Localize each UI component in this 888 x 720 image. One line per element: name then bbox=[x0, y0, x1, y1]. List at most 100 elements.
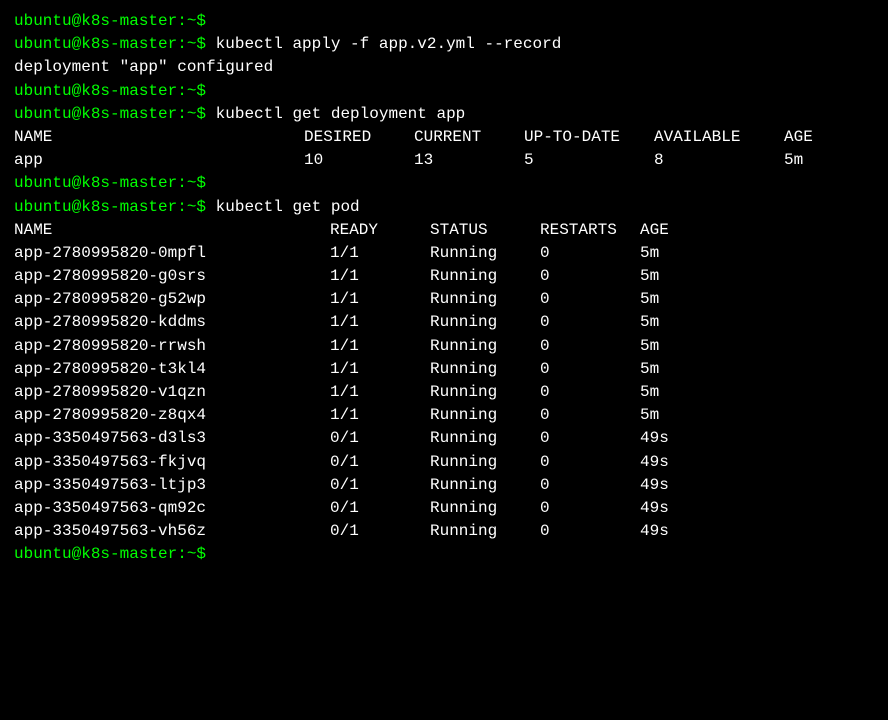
pod-col-name: NAME bbox=[14, 219, 330, 242]
pod-cell-restarts: 0 bbox=[540, 451, 640, 474]
pod-cell-status: Running bbox=[430, 451, 540, 474]
pod-cell-restarts: 0 bbox=[540, 404, 640, 427]
pod-cell-ready: 1/1 bbox=[330, 381, 430, 404]
cell-current: 13 bbox=[414, 149, 524, 172]
pod-cell-name: app-2780995820-g0srs bbox=[14, 265, 330, 288]
pod-cell-age: 5m bbox=[640, 404, 659, 427]
pod-data-row: app-3350497563-vh56z0/1Running049s bbox=[14, 520, 874, 543]
prompt-text: ubuntu@k8s-master:~$ bbox=[14, 545, 206, 563]
pod-cell-ready: 0/1 bbox=[330, 474, 430, 497]
pod-cell-status: Running bbox=[430, 474, 540, 497]
pod-data-row: app-3350497563-d3ls30/1Running049s bbox=[14, 427, 874, 450]
pod-cell-status: Running bbox=[430, 427, 540, 450]
pod-data-row: app-2780995820-g0srs1/1Running05m bbox=[14, 265, 874, 288]
cell-age: 5m bbox=[784, 149, 803, 172]
pod-cell-ready: 1/1 bbox=[330, 311, 430, 334]
pod-cell-age: 5m bbox=[640, 358, 659, 381]
pod-cell-ready: 0/1 bbox=[330, 451, 430, 474]
pod-data-row: app-3350497563-fkjvq0/1Running049s bbox=[14, 451, 874, 474]
col-desired: DESIRED bbox=[304, 126, 414, 149]
pod-cell-name: app-2780995820-z8qx4 bbox=[14, 404, 330, 427]
pod-cell-ready: 0/1 bbox=[330, 427, 430, 450]
pod-data-row: app-3350497563-ltjp30/1Running049s bbox=[14, 474, 874, 497]
prompt-text: ubuntu@k8s-master:~$ bbox=[14, 35, 206, 53]
pod-data-row: app-2780995820-0mpfl1/1Running05m bbox=[14, 242, 874, 265]
deploy-data-row: app1013585m bbox=[14, 149, 874, 172]
pod-col-status: STATUS bbox=[430, 219, 540, 242]
pod-cell-restarts: 0 bbox=[540, 381, 640, 404]
terminal-line: ubuntu@k8s-master:~$ kubectl get pod bbox=[14, 196, 874, 219]
pod-cell-name: app-3350497563-vh56z bbox=[14, 520, 330, 543]
col-current: CURRENT bbox=[414, 126, 524, 149]
pod-cell-ready: 1/1 bbox=[330, 288, 430, 311]
pod-cell-age: 5m bbox=[640, 265, 659, 288]
pod-cell-status: Running bbox=[430, 311, 540, 334]
pod-cell-ready: 1/1 bbox=[330, 358, 430, 381]
col-avail: AVAILABLE bbox=[654, 126, 784, 149]
pod-cell-name: app-3350497563-qm92c bbox=[14, 497, 330, 520]
pod-cell-age: 5m bbox=[640, 311, 659, 334]
command-text: kubectl get pod bbox=[206, 198, 360, 216]
pod-cell-status: Running bbox=[430, 335, 540, 358]
pod-cell-name: app-2780995820-v1qzn bbox=[14, 381, 330, 404]
command-text: kubectl get deployment app bbox=[206, 105, 465, 123]
pod-col-age: AGE bbox=[640, 219, 669, 242]
pod-cell-name: app-3350497563-ltjp3 bbox=[14, 474, 330, 497]
prompt-text: ubuntu@k8s-master:~$ bbox=[14, 12, 206, 30]
pod-cell-age: 49s bbox=[640, 520, 669, 543]
pod-cell-status: Running bbox=[430, 381, 540, 404]
pod-cell-restarts: 0 bbox=[540, 427, 640, 450]
pod-cell-ready: 1/1 bbox=[330, 265, 430, 288]
pod-data-row: app-2780995820-rrwsh1/1Running05m bbox=[14, 335, 874, 358]
cell-desired: 10 bbox=[304, 149, 414, 172]
pod-cell-restarts: 0 bbox=[540, 311, 640, 334]
terminal-window: ubuntu@k8s-master:~$ubuntu@k8s-master:~$… bbox=[14, 10, 874, 567]
terminal-line: ubuntu@k8s-master:~$ bbox=[14, 80, 874, 103]
cell-avail: 8 bbox=[654, 149, 784, 172]
prompt-text: ubuntu@k8s-master:~$ bbox=[14, 82, 206, 100]
pod-cell-ready: 0/1 bbox=[330, 520, 430, 543]
col-name: NAME bbox=[14, 126, 304, 149]
prompt-text: ubuntu@k8s-master:~$ bbox=[14, 198, 206, 216]
pod-data-row: app-2780995820-z8qx41/1Running05m bbox=[14, 404, 874, 427]
prompt-text: ubuntu@k8s-master:~$ bbox=[14, 105, 206, 123]
pod-col-restarts: RESTARTS bbox=[540, 219, 640, 242]
pod-data-row: app-2780995820-kddms1/1Running05m bbox=[14, 311, 874, 334]
deploy-header-row: NAMEDESIREDCURRENTUP-TO-DATEAVAILABLEAGE bbox=[14, 126, 874, 149]
pod-cell-restarts: 0 bbox=[540, 288, 640, 311]
terminal-line: ubuntu@k8s-master:~$ kubectl apply -f ap… bbox=[14, 33, 874, 56]
cell-uptd: 5 bbox=[524, 149, 654, 172]
pod-cell-status: Running bbox=[430, 288, 540, 311]
pod-cell-status: Running bbox=[430, 520, 540, 543]
pod-cell-status: Running bbox=[430, 242, 540, 265]
pod-cell-name: app-2780995820-rrwsh bbox=[14, 335, 330, 358]
pod-cell-ready: 1/1 bbox=[330, 335, 430, 358]
pod-cell-name: app-2780995820-0mpfl bbox=[14, 242, 330, 265]
terminal-line: ubuntu@k8s-master:~$ bbox=[14, 172, 874, 195]
pod-cell-age: 5m bbox=[640, 335, 659, 358]
cell-name: app bbox=[14, 149, 304, 172]
pod-cell-restarts: 0 bbox=[540, 358, 640, 381]
pod-cell-restarts: 0 bbox=[540, 335, 640, 358]
col-uptd: UP-TO-DATE bbox=[524, 126, 654, 149]
pod-cell-name: app-2780995820-kddms bbox=[14, 311, 330, 334]
pod-cell-ready: 1/1 bbox=[330, 404, 430, 427]
terminal-line: ubuntu@k8s-master:~$ bbox=[14, 543, 874, 566]
pod-data-row: app-2780995820-g52wp1/1Running05m bbox=[14, 288, 874, 311]
pod-cell-name: app-2780995820-t3kl4 bbox=[14, 358, 330, 381]
pod-cell-name: app-3350497563-d3ls3 bbox=[14, 427, 330, 450]
pod-cell-name: app-2780995820-g52wp bbox=[14, 288, 330, 311]
pod-data-row: app-3350497563-qm92c0/1Running049s bbox=[14, 497, 874, 520]
pod-cell-age: 49s bbox=[640, 497, 669, 520]
pod-cell-name: app-3350497563-fkjvq bbox=[14, 451, 330, 474]
pod-cell-age: 5m bbox=[640, 381, 659, 404]
pod-cell-status: Running bbox=[430, 497, 540, 520]
pod-cell-ready: 1/1 bbox=[330, 242, 430, 265]
pod-cell-restarts: 0 bbox=[540, 497, 640, 520]
pod-col-ready: READY bbox=[330, 219, 430, 242]
pod-header-row: NAMEREADYSTATUSRESTARTSAGE bbox=[14, 219, 874, 242]
pod-cell-age: 49s bbox=[640, 474, 669, 497]
pod-cell-restarts: 0 bbox=[540, 242, 640, 265]
pod-cell-ready: 0/1 bbox=[330, 497, 430, 520]
pod-cell-restarts: 0 bbox=[540, 474, 640, 497]
